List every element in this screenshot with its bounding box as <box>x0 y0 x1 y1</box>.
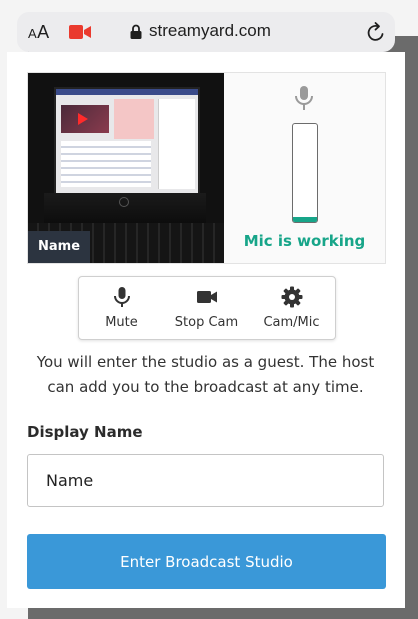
media-controls: Mute Stop Cam Cam/Mic <box>78 276 336 340</box>
laptop-screen-image <box>54 87 200 195</box>
page-content: Name Mic is working Mute Stop Cam Cam/Mi… <box>7 52 405 608</box>
mic-status: Mic is working <box>243 232 366 250</box>
cam-mic-settings-button[interactable]: Cam/Mic <box>249 277 334 339</box>
mic-level-meter <box>292 123 318 223</box>
reload-icon[interactable] <box>366 21 386 43</box>
video-camera-icon <box>197 291 217 303</box>
microphone-icon <box>114 287 130 307</box>
enter-broadcast-studio-button[interactable]: Enter Broadcast Studio <box>27 534 386 589</box>
text-size-small-label: A <box>28 26 38 41</box>
text-size-button[interactable]: AA <box>28 22 50 43</box>
camera-active-icon <box>69 25 91 39</box>
gear-icon <box>281 286 303 308</box>
display-name-label: Display Name <box>27 423 143 441</box>
display-name-input[interactable] <box>27 454 384 507</box>
browser-address-bar: AA streamyard.com <box>17 12 395 52</box>
preview-area: Name Mic is working <box>27 72 386 264</box>
name-tag: Name <box>28 231 91 263</box>
mic-level-fill <box>293 217 317 222</box>
mute-label: Mute <box>105 315 138 330</box>
url-text[interactable]: streamyard.com <box>149 21 271 41</box>
mic-panel: Mic is working <box>224 73 385 263</box>
microphone-icon <box>295 86 313 110</box>
stop-cam-button[interactable]: Stop Cam <box>164 277 249 339</box>
camera-preview: Name <box>28 73 224 263</box>
text-size-large-label: A <box>37 22 50 42</box>
guest-info-text: You will enter the studio as a guest. Th… <box>36 353 375 396</box>
mute-button[interactable]: Mute <box>79 277 164 339</box>
stop-cam-label: Stop Cam <box>174 315 239 330</box>
cam-mic-label: Cam/Mic <box>263 315 320 330</box>
lock-icon <box>130 24 142 39</box>
